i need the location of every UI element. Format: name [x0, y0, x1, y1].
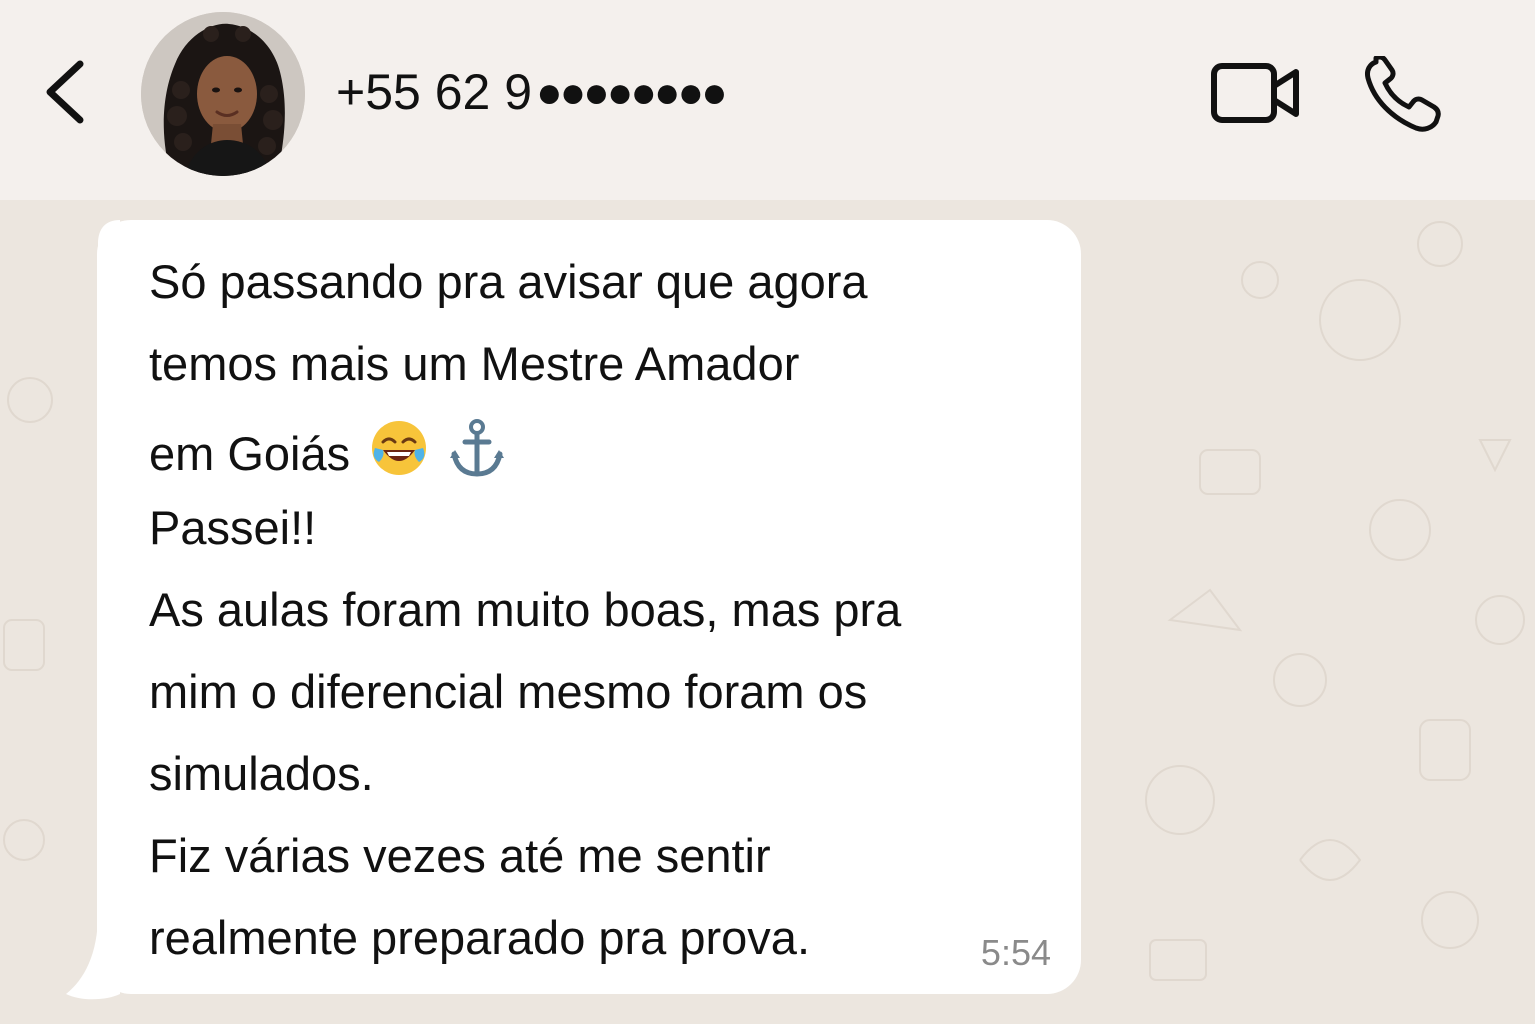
- avatar[interactable]: [141, 12, 305, 176]
- message-line: Fiz várias vezes até me sentir: [149, 829, 771, 882]
- voice-call-button[interactable]: [1362, 54, 1442, 134]
- chevron-left-icon: [46, 60, 84, 124]
- message-timestamp: 5:54: [980, 932, 1051, 973]
- message-line: simulados.: [149, 747, 374, 800]
- message-line: As aulas foram muito boas, mas pra: [149, 583, 902, 636]
- message-line-with-emoji: em Goiás: [149, 418, 506, 490]
- contact-number: +55 62 9: [336, 64, 533, 120]
- video-camera-icon: [1211, 63, 1299, 123]
- masked-digits: ●●●●●●●●: [536, 68, 728, 117]
- message-text: em Goiás: [149, 427, 351, 480]
- message-line: mim o diferencial mesmo foram os: [149, 665, 868, 718]
- chat-header: +55 62 9●●●●●●●●: [0, 0, 1535, 200]
- message-line: realmente preparado pra prova.: [149, 911, 811, 964]
- back-button[interactable]: [38, 58, 94, 126]
- contact-avatar: [141, 12, 305, 176]
- message-bubble[interactable]: Só passando pra avisar que agora temos m…: [97, 220, 1081, 994]
- anchor-emoji-icon: [448, 418, 506, 490]
- video-call-button[interactable]: [1208, 60, 1304, 126]
- contact-name[interactable]: +55 62 9●●●●●●●●: [336, 62, 728, 123]
- message-line: temos mais um Mestre Amador: [149, 337, 800, 390]
- chat-area: Só passando pra avisar que agora temos m…: [0, 200, 1535, 1024]
- message-line: Só passando pra avisar que agora: [149, 255, 868, 308]
- phone-icon: [1365, 54, 1441, 132]
- laughing-emoji-icon: [369, 418, 429, 490]
- message-line: Passei!!: [149, 501, 317, 554]
